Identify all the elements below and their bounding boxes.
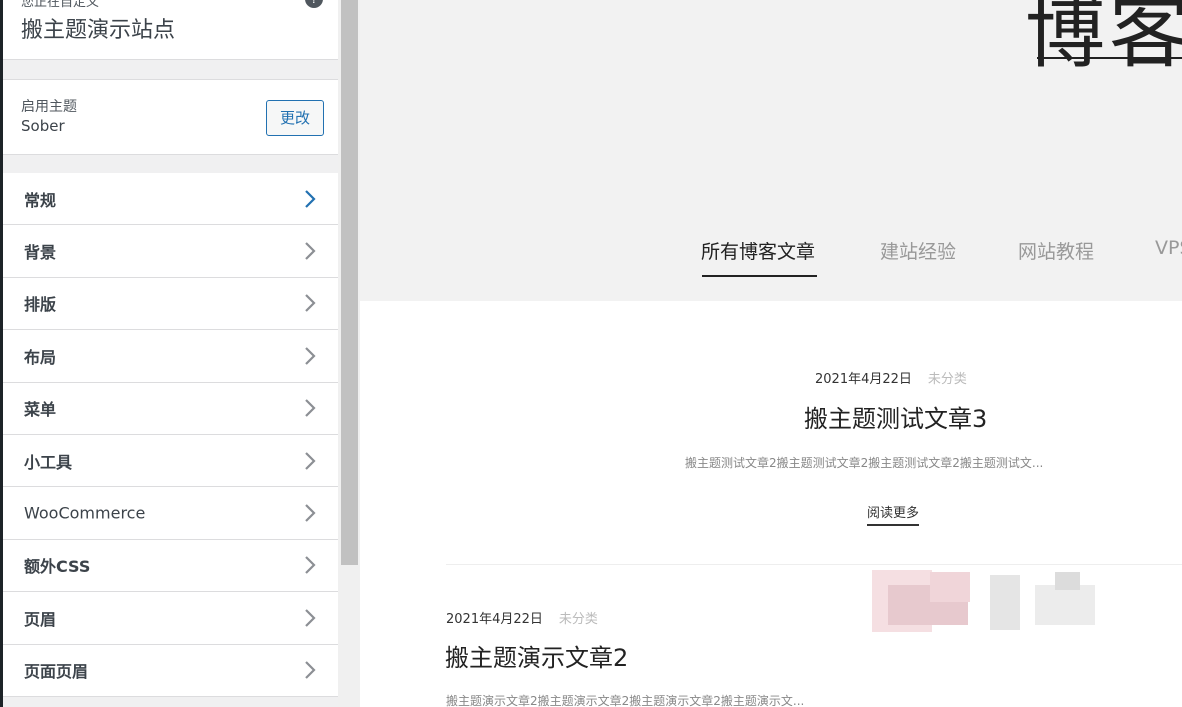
- sidebar-item-label: 页眉: [24, 609, 57, 629]
- customizing-label: 您正在自定义: [21, 0, 100, 10]
- sidebar-item-layout[interactable]: 布局: [3, 330, 338, 383]
- chevron-right-icon: [305, 504, 316, 522]
- sidebar-item-label: 小工具: [24, 452, 73, 472]
- chevron-right-icon: [305, 347, 316, 365]
- sidebar-item-widgets[interactable]: 小工具: [3, 434, 338, 488]
- chevron-right-icon: [305, 556, 316, 575]
- post-category[interactable]: 未分类: [559, 612, 598, 627]
- site-title: 搬主题演示站点: [21, 18, 176, 43]
- active-theme-label: 启用主题: [21, 99, 77, 115]
- tab-site-building[interactable]: 建站经验: [880, 237, 956, 264]
- post-title[interactable]: 搬主题测试文章3: [804, 399, 987, 434]
- sidebar-item-menus[interactable]: 菜单: [3, 382, 338, 435]
- post-title[interactable]: 搬主题演示文章2: [445, 638, 628, 673]
- active-tab-underline: [702, 275, 817, 277]
- chevron-right-icon: [305, 399, 316, 418]
- sidebar-item-page-header[interactable]: 页面页眉: [3, 644, 338, 697]
- sidebar-item-general[interactable]: 常规: [3, 173, 338, 226]
- sidebar-item-label: 常规: [24, 190, 57, 210]
- sidebar-item-additional-css[interactable]: 额外CSS: [3, 539, 338, 593]
- site-preview: 博客 所有博客文章 建站经验 网站教程 VPS 2021年4月22日未分类 搬主…: [360, 0, 1182, 707]
- tab-tutorials[interactable]: 网站教程: [1018, 237, 1094, 264]
- sidebar-item-label: WooCommerce: [24, 503, 146, 523]
- page-title: 博客: [1025, 0, 1182, 79]
- post-meta: 2021年4月22日 未分类: [815, 368, 967, 387]
- sidebar-item-label: 额外CSS: [24, 557, 91, 577]
- sidebar-item-background[interactable]: 背景: [3, 225, 338, 278]
- chevron-right-icon: [305, 294, 316, 313]
- customizer-sidebar: 您正在自定义 ? 搬主题演示站点 启用主题 Sober 更改 常规 背景 排版 …: [0, 0, 338, 707]
- tab-all-posts[interactable]: 所有博客文章: [701, 237, 815, 264]
- chevron-right-icon: [305, 609, 316, 627]
- post-date[interactable]: 2021年4月22日: [446, 612, 543, 627]
- post-excerpt: 搬主题演示文章2搬主题演示文章2搬主题演示文章2搬主题演示文...: [446, 694, 805, 707]
- post-excerpt: 搬主题测试文章2搬主题测试文章2搬主题测试文章2搬主题测试文...: [685, 456, 1044, 470]
- active-theme-name: Sober: [21, 117, 65, 135]
- sidebar-item-label: 页面页眉: [24, 662, 89, 682]
- customizer-menu: 常规 背景 排版 布局 菜单 小工具 WooCommerce 额外CSS 页眉 …: [3, 173, 338, 697]
- hero-rule: [1037, 57, 1182, 59]
- scrollbar-thumb[interactable]: [341, 0, 358, 565]
- post-divider: [446, 564, 1182, 565]
- help-icon[interactable]: ?: [305, 0, 323, 8]
- read-more-link[interactable]: 阅读更多: [867, 502, 920, 526]
- sidebar-item-woocommerce[interactable]: WooCommerce: [3, 487, 338, 540]
- chevron-right-icon: [305, 451, 316, 470]
- active-theme-panel: 启用主题 Sober 更改: [3, 79, 338, 155]
- chevron-right-icon: [305, 189, 316, 208]
- tab-vps[interactable]: VPS: [1155, 237, 1182, 259]
- sidebar-item-header[interactable]: 页眉: [3, 592, 338, 645]
- chevron-right-icon: [305, 661, 316, 679]
- post-category[interactable]: 未分类: [928, 372, 967, 387]
- change-theme-button[interactable]: 更改: [266, 100, 324, 136]
- sidebar-item-label: 布局: [24, 347, 57, 367]
- sidebar-item-label: 排版: [24, 295, 57, 315]
- page-hero: 博客 所有博客文章 建站经验 网站教程 VPS: [360, 0, 1182, 301]
- chevron-right-icon: [305, 242, 316, 260]
- post-date[interactable]: 2021年4月22日: [815, 372, 912, 387]
- sidebar-item-typography[interactable]: 排版: [3, 277, 338, 331]
- sidebar-scrollbar[interactable]: [338, 0, 360, 707]
- sidebar-item-label: 菜单: [24, 400, 57, 420]
- customizer-site-header: 您正在自定义 ? 搬主题演示站点: [3, 0, 338, 60]
- post-meta: 2021年4月22日 未分类: [446, 608, 598, 627]
- sidebar-item-label: 背景: [24, 243, 57, 263]
